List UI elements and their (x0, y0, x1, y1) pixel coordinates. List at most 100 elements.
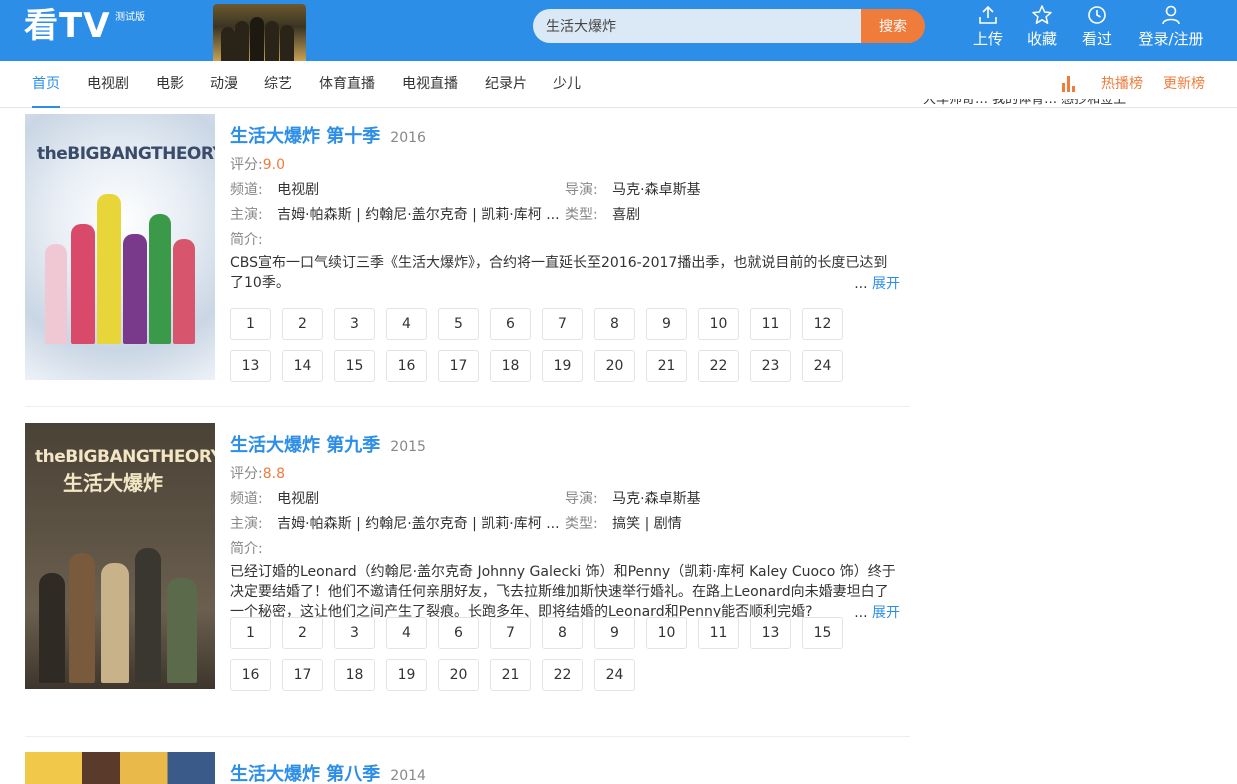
result-item: theBIGBANGTHEORY 生活大爆炸 生活大爆炸 第九季 2015 评分:… (25, 423, 910, 693)
episode-button[interactable]: 1 (230, 617, 271, 649)
expand-link[interactable]: 展开 (872, 276, 900, 292)
episode-button[interactable]: 7 (490, 617, 531, 649)
episode-button[interactable]: 17 (438, 350, 479, 382)
episode-button[interactable]: 20 (438, 659, 479, 691)
cast-value: 吉姆·帕森斯 | 约翰尼·盖尔克奇 | 凯莉·库柯 ... (277, 207, 560, 223)
login-register-label: 登录/注册 (1138, 30, 1204, 48)
poster-text: theBIGBANGTHEORY (37, 144, 215, 164)
episode-button[interactable]: 6 (490, 308, 531, 340)
episode-button[interactable]: 22 (542, 659, 583, 691)
favorites-button[interactable]: 收藏 (1027, 4, 1057, 52)
score-value: 9.0 (262, 157, 285, 173)
favorites-label: 收藏 (1027, 30, 1058, 48)
episode-button[interactable]: 10 (698, 308, 739, 340)
director-label: 导演: (565, 182, 598, 198)
episode-button[interactable]: 14 (282, 350, 323, 382)
episode-button[interactable]: 20 (594, 350, 635, 382)
episode-button[interactable]: 11 (750, 308, 791, 340)
episode-button[interactable]: 18 (490, 350, 531, 382)
episode-button[interactable]: 17 (282, 659, 323, 691)
episode-button[interactable]: 16 (230, 659, 271, 691)
search-bar: 搜索 (533, 9, 925, 43)
episode-button[interactable]: 9 (646, 308, 687, 340)
episode-button[interactable]: 13 (230, 350, 271, 382)
episode-button[interactable]: 16 (386, 350, 427, 382)
episode-button[interactable]: 11 (698, 617, 739, 649)
genre-value: 搞笑 | 剧情 (612, 516, 682, 532)
divider (25, 736, 910, 737)
poster-image[interactable]: theBIGBANGTHEORY 生活大爆炸 (25, 423, 215, 689)
episode-button[interactable]: 2 (282, 617, 323, 649)
search-button[interactable]: 搜索 (861, 9, 925, 43)
beta-badge: 测试版 (115, 12, 145, 23)
episode-button[interactable]: 23 (750, 350, 791, 382)
nav-item-movie[interactable]: 电影 (156, 61, 184, 108)
genre-value: 喜剧 (612, 207, 641, 223)
result-year: 2015 (390, 439, 426, 455)
episode-button[interactable]: 1 (230, 308, 271, 340)
nav-item-variety[interactable]: 综艺 (264, 61, 292, 108)
episode-button[interactable]: 15 (802, 617, 843, 649)
cast-label: 主演: (230, 516, 263, 532)
episode-button[interactable]: 24 (802, 350, 843, 382)
nav-item-tv-live[interactable]: 电视直播 (402, 61, 458, 108)
episode-button[interactable]: 2 (282, 308, 323, 340)
history-label: 看过 (1082, 30, 1113, 48)
episode-button[interactable]: 5 (438, 308, 479, 340)
episode-button[interactable]: 19 (386, 659, 427, 691)
intro-label: 简介: (230, 541, 263, 557)
search-input[interactable] (533, 9, 863, 43)
promo-banner[interactable] (213, 4, 306, 61)
episode-button[interactable]: 15 (334, 350, 375, 382)
poster-image[interactable]: theBIGBANGTHEORY (25, 114, 215, 380)
site-logo[interactable]: 看TV (24, 4, 111, 48)
episode-button[interactable]: 13 (750, 617, 791, 649)
result-title[interactable]: 生活大爆炸 第十季 (230, 126, 380, 147)
result-year: 2016 (390, 130, 426, 146)
upload-button[interactable]: 上传 (973, 4, 1003, 52)
episode-button[interactable]: 22 (698, 350, 739, 382)
nav-item-sports-live[interactable]: 体育直播 (319, 61, 375, 108)
top-header: 看TV 测试版 搜索 上传 收藏 看过 登录/注册 (0, 0, 1237, 61)
nav-item-kids[interactable]: 少儿 (553, 61, 581, 108)
result-title[interactable]: 生活大爆炸 第八季 (230, 764, 380, 784)
description: CBS宣布一口气续订三季《生活大爆炸》，合约将一直延长至2016-2017播出季… (230, 255, 888, 291)
score-label: 评分: (230, 466, 263, 482)
episode-button[interactable]: 3 (334, 308, 375, 340)
poster-text: 生活大爆炸 (63, 471, 163, 495)
nav-item-anime[interactable]: 动漫 (210, 61, 238, 108)
user-icon (1136, 4, 1206, 28)
episode-button[interactable]: 4 (386, 308, 427, 340)
episode-button[interactable]: 19 (542, 350, 583, 382)
episode-button[interactable]: 21 (490, 659, 531, 691)
score-label: 评分: (230, 157, 263, 173)
episode-button[interactable]: 21 (646, 350, 687, 382)
episode-button[interactable]: 7 (542, 308, 583, 340)
channel-label: 频道: (230, 182, 263, 198)
history-icon (1082, 4, 1112, 28)
episode-button[interactable]: 10 (646, 617, 687, 649)
login-register-button[interactable]: 登录/注册 (1136, 4, 1206, 52)
episode-button[interactable]: 8 (594, 308, 635, 340)
intro-label: 简介: (230, 232, 263, 248)
episode-button[interactable]: 12 (802, 308, 843, 340)
episode-button[interactable]: 3 (334, 617, 375, 649)
expand-link[interactable]: 展开 (872, 605, 900, 621)
description: 已经订婚的Leonard（约翰尼·盖尔克奇 Johnny Galecki 饰）和… (230, 564, 896, 620)
nav-item-documentary[interactable]: 纪录片 (485, 61, 527, 108)
nav-item-home[interactable]: 首页 (32, 61, 60, 108)
ellipsis: ... (854, 605, 868, 621)
episode-button[interactable]: 6 (438, 617, 479, 649)
update-rank-link[interactable]: 更新榜 (1163, 61, 1205, 108)
episode-button[interactable]: 18 (334, 659, 375, 691)
director-label: 导演: (565, 491, 598, 507)
poster-image[interactable] (25, 752, 215, 784)
score-value: 8.8 (262, 466, 285, 482)
nav-item-tv[interactable]: 电视剧 (87, 61, 129, 108)
episode-button[interactable]: 8 (542, 617, 583, 649)
result-title[interactable]: 生活大爆炸 第九季 (230, 435, 380, 456)
episode-button[interactable]: 9 (594, 617, 635, 649)
history-button[interactable]: 看过 (1082, 4, 1112, 52)
episode-button[interactable]: 4 (386, 617, 427, 649)
episode-button[interactable]: 24 (594, 659, 635, 691)
